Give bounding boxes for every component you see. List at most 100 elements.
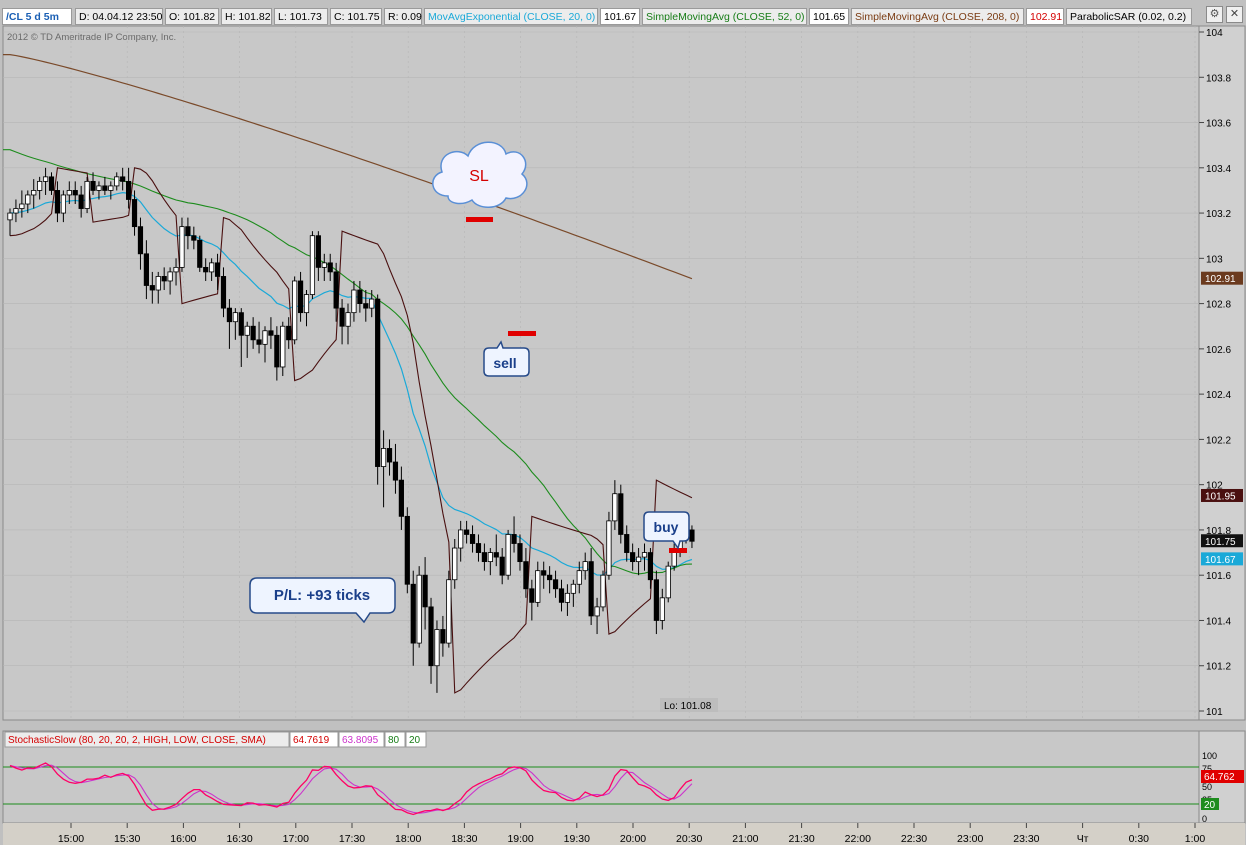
low-label-box: Lo: 101.08 — [660, 698, 718, 712]
candle-body — [48, 176, 55, 191]
candle-body — [286, 325, 292, 341]
price-tick-label: 101.6 — [1206, 571, 1231, 582]
candle-body — [647, 552, 654, 581]
price-badge-text: 102.91 — [1205, 274, 1236, 285]
candle-body — [60, 194, 66, 214]
price-tick-label: 104 — [1206, 28, 1223, 39]
time-tick-label: 21:30 — [788, 833, 814, 845]
candle-body — [446, 579, 452, 644]
candle-body — [203, 266, 209, 273]
candle-body — [529, 588, 535, 603]
candle-body — [327, 262, 333, 273]
time-tick-label: 23:00 — [957, 833, 983, 845]
candle-body — [280, 325, 286, 368]
candle-body — [541, 570, 547, 576]
candle-body — [120, 176, 126, 182]
price-panel — [2, 25, 1200, 721]
candle-body — [547, 574, 553, 581]
candle-body — [392, 461, 399, 481]
candle-body — [588, 561, 594, 617]
time-tick-label: 23:30 — [1013, 833, 1039, 845]
copyright-text: 2012 © TD Ameritrade IP Company, Inc. — [7, 32, 176, 43]
candle-body — [499, 556, 505, 576]
candle-body — [137, 226, 144, 255]
candle-body — [333, 271, 339, 309]
time-tick-label: 1:00 — [1185, 833, 1206, 845]
candle-body — [558, 588, 565, 603]
time-tick-label: 21:00 — [732, 833, 758, 845]
time-tick-label: 20:30 — [676, 833, 702, 845]
candle-body — [671, 552, 677, 567]
price-tick-label: 103.2 — [1206, 209, 1231, 220]
candle-body — [380, 448, 387, 467]
candle-body — [398, 479, 404, 517]
candle-body — [31, 190, 37, 196]
candle-body — [149, 285, 155, 291]
candle-body — [487, 552, 493, 563]
candle-body — [618, 493, 624, 535]
time-tick-label: 19:30 — [564, 833, 590, 845]
candle-body — [369, 298, 375, 309]
candle-body — [108, 185, 114, 191]
time-tick-label: 19:00 — [507, 833, 533, 845]
candle-body — [102, 185, 108, 191]
candle-body — [653, 579, 659, 621]
candle-body — [689, 529, 695, 542]
chart-canvas: 2012 © TD Ameritrade IP Company, Inc. 10… — [2, 25, 1246, 845]
price-badge-text: 101.95 — [1205, 491, 1236, 502]
candle-body — [185, 226, 191, 237]
stoch-badge-os: 20 — [1201, 798, 1219, 811]
candle-body — [143, 253, 149, 286]
candle-body — [250, 325, 256, 341]
time-tick-label: 20:00 — [620, 833, 646, 845]
candle-body — [161, 276, 167, 282]
candle-body — [612, 493, 618, 522]
candle-body — [303, 294, 310, 314]
candle-body — [635, 556, 642, 563]
candle-body — [458, 529, 464, 549]
candle-body — [493, 552, 499, 558]
time-tick-label: 22:00 — [845, 833, 871, 845]
sl-label: SL — [469, 168, 489, 185]
stoch-os-value: 20 — [409, 735, 421, 746]
candle-body — [416, 574, 422, 644]
price-tick-label: 103.6 — [1206, 119, 1231, 130]
candle-body — [582, 561, 588, 572]
sl-marker — [466, 217, 493, 222]
candle-body — [535, 570, 541, 603]
candle-body — [256, 339, 262, 345]
time-tick-label: 16:30 — [226, 833, 252, 845]
buy-label: buy — [654, 519, 679, 535]
candle-body — [440, 629, 446, 644]
candle-body — [422, 574, 428, 608]
candle-body — [42, 176, 49, 182]
time-tick-label: 18:30 — [451, 833, 477, 845]
candle-body — [576, 570, 582, 585]
time-tick-label: Чт — [1077, 833, 1089, 845]
pl-label: P/L: +93 ticks — [274, 587, 370, 604]
stochastic-label[interactable]: StochasticSlow (80, 20, 20, 2, HIGH, LOW… — [8, 735, 266, 746]
candle-body — [96, 185, 102, 191]
price-tick-label: 102.4 — [1206, 390, 1231, 401]
candle-body — [594, 606, 600, 617]
price-tick-label: 101 — [1206, 707, 1223, 718]
candle-body — [469, 534, 476, 544]
candle-body — [641, 552, 648, 558]
candle-body — [297, 280, 304, 314]
candle-body — [600, 574, 606, 608]
candle-body — [7, 212, 13, 221]
sell-marker — [508, 331, 536, 336]
candle-body — [54, 190, 61, 214]
candle-body — [404, 515, 410, 585]
candle-body — [25, 194, 31, 205]
candle-body — [523, 561, 529, 590]
candle-body — [410, 583, 416, 644]
candle-body — [13, 208, 19, 214]
candle-body — [191, 235, 197, 241]
candle-body — [179, 226, 185, 268]
candle-body — [351, 289, 357, 314]
candle-body — [214, 262, 221, 277]
candle-body — [339, 307, 345, 327]
candle-body — [238, 312, 244, 336]
stoch-d-value: 63.8095 — [342, 735, 379, 746]
